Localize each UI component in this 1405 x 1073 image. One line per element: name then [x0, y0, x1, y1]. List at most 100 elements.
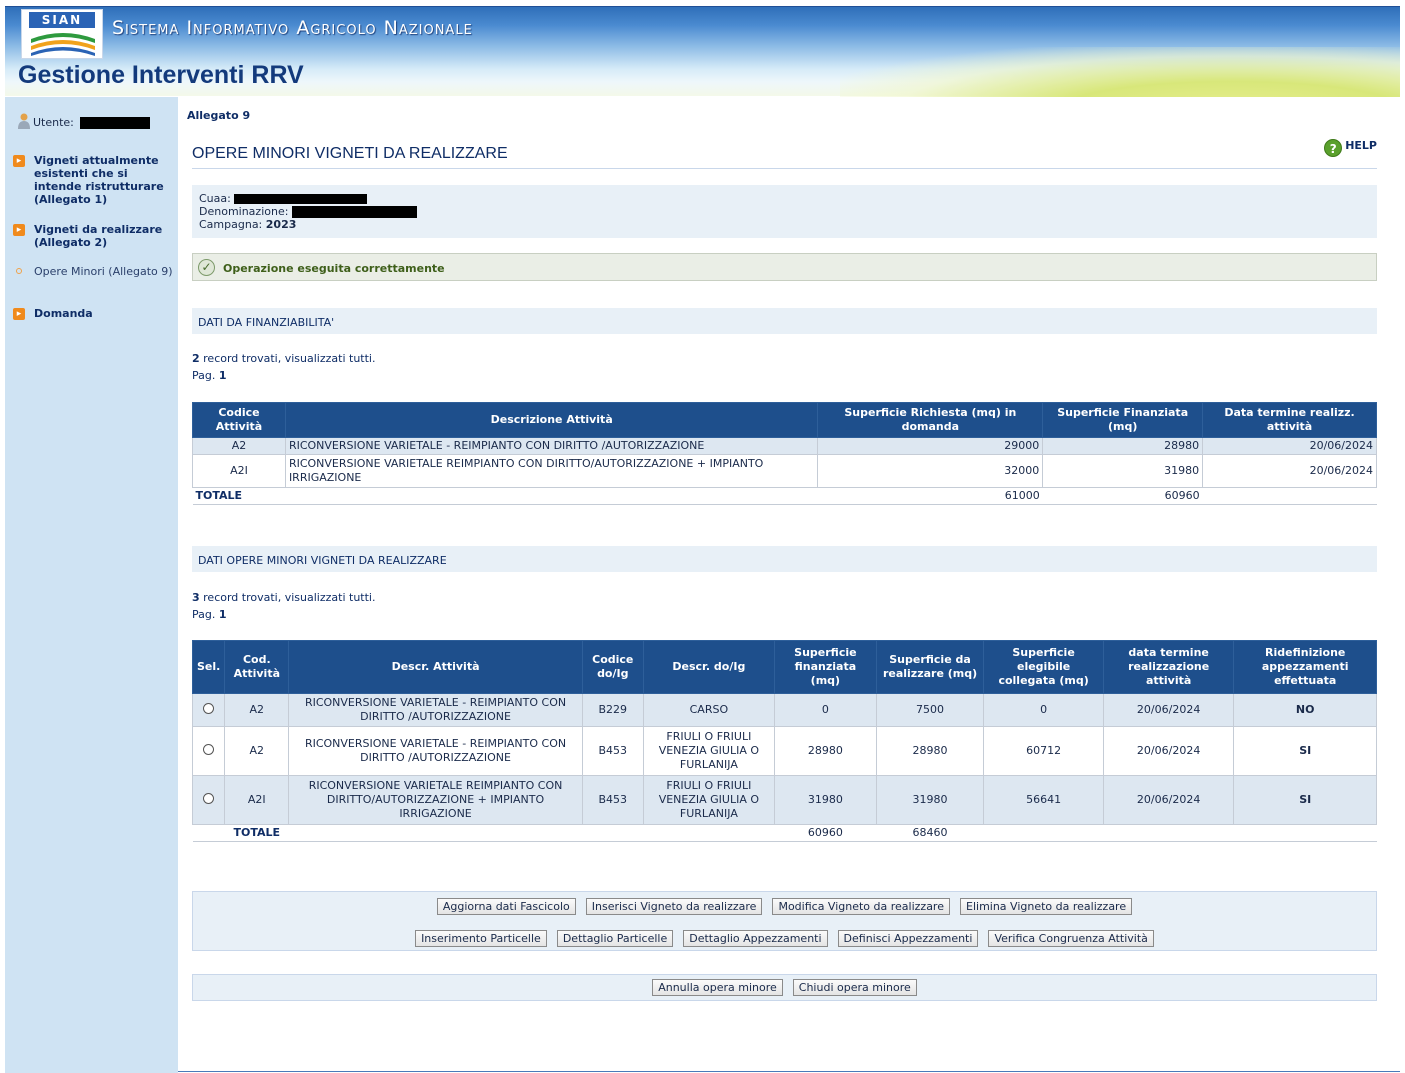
total-finanziata: 60960: [1164, 489, 1200, 502]
definisci-appezzamenti-button[interactable]: Definisci Appezzamenti: [837, 930, 979, 947]
column-header: Cod. Attività: [224, 640, 290, 694]
arrow-right-icon: ▸: [13, 155, 25, 167]
app-title: Gestione Interventi RRV: [18, 61, 304, 89]
cell-desc: RICONVERSIONE VARIETALE - REIMPIANTO CON…: [288, 693, 583, 727]
cell-doig-desc: CARSO: [642, 693, 776, 727]
annulla-opera-minore-button[interactable]: Annulla opera minore: [652, 979, 783, 996]
sidebar-item-label[interactable]: Vigneti da realizzare (Allegato 2): [34, 223, 174, 249]
section2-record-info: 3 record trovati, visualizzati tutti. Pa…: [192, 589, 375, 623]
record-count: 3: [192, 591, 200, 604]
column-header: Codice Attività: [192, 402, 286, 438]
page-label: Pag.: [192, 369, 219, 382]
table-row[interactable]: A2I RICONVERSIONE VARIETALE REIMPIANTO C…: [191, 775, 1377, 825]
dettaglio-appezzamenti-button[interactable]: Dettaglio Appezzamenti: [683, 930, 828, 947]
cell-finanziata: 0: [774, 693, 877, 727]
total-label: TOTALE: [195, 489, 243, 502]
dettaglio-particelle-button[interactable]: Dettaglio Particelle: [556, 930, 674, 947]
denominazione-value-redacted: [291, 206, 417, 218]
column-header: Data termine realizz. attività: [1202, 402, 1377, 438]
system-name: Sistema Informativo Agricolo Nazionale: [112, 17, 473, 39]
cell-code: A2: [224, 693, 290, 727]
user-icon: [18, 113, 30, 129]
cell-code: A2: [192, 437, 286, 455]
applicant-info-box: Cuaa: Denominazione: Campagna: 2023: [192, 185, 1377, 238]
cell-finanziata: 31980: [774, 775, 877, 825]
sian-logo: SIAN: [21, 9, 103, 59]
record-text: record trovati, visualizzati tutti.: [199, 591, 376, 604]
sidebar-item-label[interactable]: Domanda: [34, 307, 174, 320]
cell-doig-desc: FRIULI O FRIULI VENEZIA GIULIA O FURLANI…: [642, 775, 776, 825]
cell-code: A2: [224, 726, 290, 776]
help-label: HELP: [1345, 139, 1377, 152]
section-finanziabilita-title: DATI DA FINANZIABILITA': [192, 308, 1377, 334]
record-text: record trovati, visualizzati tutti.: [199, 352, 376, 365]
table-total-row: TOTALE 61000 60960: [192, 488, 1377, 505]
help-link[interactable]: ? HELP: [1324, 139, 1377, 157]
aggiorna-fascicolo-button[interactable]: Aggiorna dati Fascicolo: [436, 898, 576, 915]
cell-realizzare: 28980: [875, 726, 985, 776]
record-count: 2: [192, 352, 200, 365]
cell-data: 20/06/2024: [1102, 775, 1235, 825]
sian-logo-text: SIAN: [29, 12, 95, 28]
denominazione-label: Denominazione:: [199, 205, 289, 218]
verifica-congruenza-button[interactable]: Verifica Congruenza Attività: [988, 930, 1154, 947]
finanziabilita-table: Codice Attività Descrizione Attività Sup…: [192, 402, 1377, 505]
page-title: OPERE MINORI VIGNETI DA REALIZZARE: [192, 145, 1377, 169]
table-row: A2 RICONVERSIONE VARIETALE - REIMPIANTO …: [192, 437, 1377, 455]
page-number: 1: [218, 608, 227, 621]
cell-desc: RICONVERSIONE VARIETALE - REIMPIANTO CON…: [284, 437, 819, 455]
table-row: A2I RICONVERSIONE VARIETALE REIMPIANTO C…: [192, 454, 1377, 488]
current-item-dot-icon: [16, 268, 22, 274]
cuaa-value-redacted: [234, 194, 368, 204]
column-header: Descr. do/Ig: [642, 640, 776, 694]
header-background-field: [840, 47, 1400, 97]
column-header: Superficie Finanziata (mq): [1042, 402, 1204, 438]
table-row[interactable]: A2 RICONVERSIONE VARIETALE - REIMPIANTO …: [191, 693, 1377, 727]
status-no: NO: [1233, 693, 1377, 727]
checkmark-icon: ✓: [198, 259, 215, 276]
cell-finanziata: 28980: [1042, 437, 1204, 455]
total-realizzare: 68460: [912, 826, 948, 839]
cell-code: A2I: [224, 775, 290, 825]
user-name-redacted: [80, 117, 151, 129]
arrow-right-icon: ▸: [13, 224, 25, 236]
column-header: Superficie finanziata (mq): [774, 640, 877, 694]
column-header: Codice do/Ig: [581, 640, 644, 694]
column-header: Superficie elegibile collegata (mq): [983, 640, 1104, 694]
row-select-radio[interactable]: [191, 693, 226, 727]
row-select-radio[interactable]: [191, 726, 226, 776]
campagna-value: 2023: [265, 218, 297, 231]
sidebar-item-label[interactable]: Vigneti attualmente esistenti che si int…: [34, 154, 174, 206]
table-row[interactable]: A2 RICONVERSIONE VARIETALE - REIMPIANTO …: [191, 726, 1377, 776]
arrow-right-icon: ▸: [13, 308, 25, 320]
column-header: data termine realizzazione attività: [1102, 640, 1235, 694]
sidebar-item-label[interactable]: Opere Minori (Allegato 9): [34, 265, 174, 278]
elimina-vigneto-button[interactable]: Elimina Vigneto da realizzare: [960, 898, 1133, 915]
status-si: SI: [1233, 775, 1377, 825]
user-label: Utente:: [33, 116, 74, 129]
cell-elegibile: 56641: [983, 775, 1104, 825]
cell-richiesta: 32000: [817, 454, 1044, 488]
column-header: Descr. Attività: [288, 640, 583, 694]
section1-record-info: 2 record trovati, visualizzati tutti. Pa…: [192, 350, 375, 384]
inserisci-vigneto-button[interactable]: Inserisci Vigneto da realizzare: [585, 898, 763, 915]
table-total-row: TOTALE 60960 68460: [192, 825, 1377, 842]
opere-minori-table: Sel. Cod. Attività Descr. Attività Codic…: [191, 640, 1377, 842]
section-opere-minori-title: DATI OPERE MINORI VIGNETI DA REALIZZARE: [192, 546, 1377, 572]
chiudi-opera-minore-button[interactable]: Chiudi opera minore: [792, 979, 917, 996]
cell-doig-code: B453: [581, 726, 644, 776]
total-richiesta: 61000: [1004, 489, 1040, 502]
column-header: Superficie Richiesta (mq) in domanda: [817, 402, 1044, 438]
cuaa-row: Cuaa:: [199, 192, 1370, 205]
button-row-1: Aggiorna dati Fascicolo Inserisci Vignet…: [193, 898, 1376, 915]
footer-divider: [178, 1071, 1400, 1072]
modifica-vigneto-button[interactable]: Modifica Vigneto da realizzare: [772, 898, 950, 915]
cell-desc: RICONVERSIONE VARIETALE REIMPIANTO CON D…: [288, 775, 583, 825]
inserimento-particelle-button[interactable]: Inserimento Particelle: [415, 930, 547, 947]
row-select-radio[interactable]: [191, 775, 226, 825]
cell-data: 20/06/2024: [1202, 437, 1377, 455]
app-header: SIAN Sistema Informativo Agricolo Nazion…: [5, 6, 1400, 97]
column-header: Sel.: [191, 640, 226, 694]
column-header: Descrizione Attività: [284, 402, 819, 438]
breadcrumb: Allegato 9: [187, 109, 251, 122]
